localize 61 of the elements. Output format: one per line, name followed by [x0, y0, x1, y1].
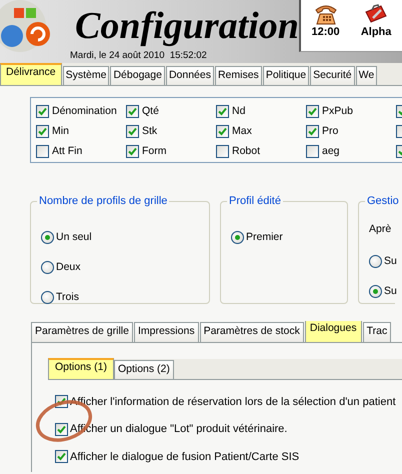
checkbox[interactable]	[216, 124, 229, 138]
radio-button[interactable]	[41, 230, 54, 244]
checkbox[interactable]	[216, 144, 229, 158]
checkbox-label: aeg	[322, 145, 340, 157]
status-label: Alpha	[360, 26, 392, 38]
tab[interactable]: Dialogues	[304, 321, 362, 342]
radio-label: Su	[384, 255, 397, 267]
checkbox[interactable]	[36, 144, 49, 158]
radio-label: Premier	[246, 231, 283, 243]
checkbox-label: Pro	[322, 125, 338, 137]
checkbox[interactable]	[216, 104, 229, 118]
app-title: Configuration	[74, 6, 299, 46]
tab[interactable]: Options (1)	[48, 358, 114, 379]
checkbox[interactable]	[36, 124, 49, 138]
radio-button[interactable]	[231, 230, 244, 244]
radio-button[interactable]	[41, 260, 54, 274]
tab[interactable]: Données	[166, 66, 214, 85]
tab[interactable]: Paramètres de grille	[31, 322, 133, 342]
tab[interactable]: Impressions	[134, 322, 199, 342]
checkbox-label: Qté	[142, 105, 159, 117]
checkbox[interactable]	[126, 104, 139, 118]
checkbox[interactable]	[306, 104, 319, 118]
checkbox-label: Dénomination	[52, 105, 117, 117]
checkbox-label: PxPub	[322, 105, 353, 117]
checkbox-label: Afficher le dialogue de fusion Patient/Carte SIS	[70, 450, 300, 463]
checkbox-label: Form	[142, 145, 166, 157]
radio-label: Trois	[56, 291, 79, 303]
tab[interactable]: Délivrance	[0, 63, 62, 85]
tab[interactable]: Remises	[214, 66, 262, 85]
checkbox-label: Att Fin	[52, 145, 82, 157]
tab[interactable]: Débogage	[110, 66, 165, 85]
tab[interactable]: Politique	[262, 66, 310, 85]
radio-button[interactable]	[369, 254, 382, 268]
tab[interactable]: Système	[62, 66, 110, 85]
checkbox-label: Max	[232, 125, 252, 137]
radio-label: Un seul	[56, 231, 92, 243]
checkbox[interactable]	[55, 422, 68, 436]
radio-button[interactable]	[41, 290, 54, 304]
tab[interactable]: Securité	[310, 66, 355, 85]
status-label: 12:00	[311, 26, 340, 38]
checkbox[interactable]	[126, 144, 139, 158]
checkbox-label: Stk	[142, 125, 158, 137]
checkbox[interactable]	[306, 124, 319, 138]
checkbox[interactable]	[36, 104, 49, 118]
date-time: Mardi, le 24 août 2010 15:52:02	[70, 50, 208, 61]
radio-label: Su	[384, 285, 397, 297]
checkbox-label: Nd	[232, 105, 246, 117]
group-title: Nombre de profils de grille	[37, 195, 170, 208]
checkbox-label: Min	[52, 125, 69, 137]
checkbox[interactable]	[306, 144, 319, 158]
group-text: Aprè	[369, 223, 392, 235]
checkbox-label: Afficher l'information de réservation lors de la sélection d'un patient	[70, 396, 396, 408]
checkbox[interactable]	[126, 124, 139, 138]
tab[interactable]: Options (2)	[114, 360, 174, 379]
radio-label: Deux	[56, 261, 81, 273]
tab[interactable]: Trac	[362, 322, 392, 342]
tab[interactable]: We	[356, 66, 378, 85]
tab[interactable]: Paramètres de stock	[200, 322, 304, 342]
checkbox-label: Robot	[232, 145, 260, 157]
radio-button[interactable]	[369, 284, 382, 298]
checkbox[interactable]	[55, 450, 68, 464]
